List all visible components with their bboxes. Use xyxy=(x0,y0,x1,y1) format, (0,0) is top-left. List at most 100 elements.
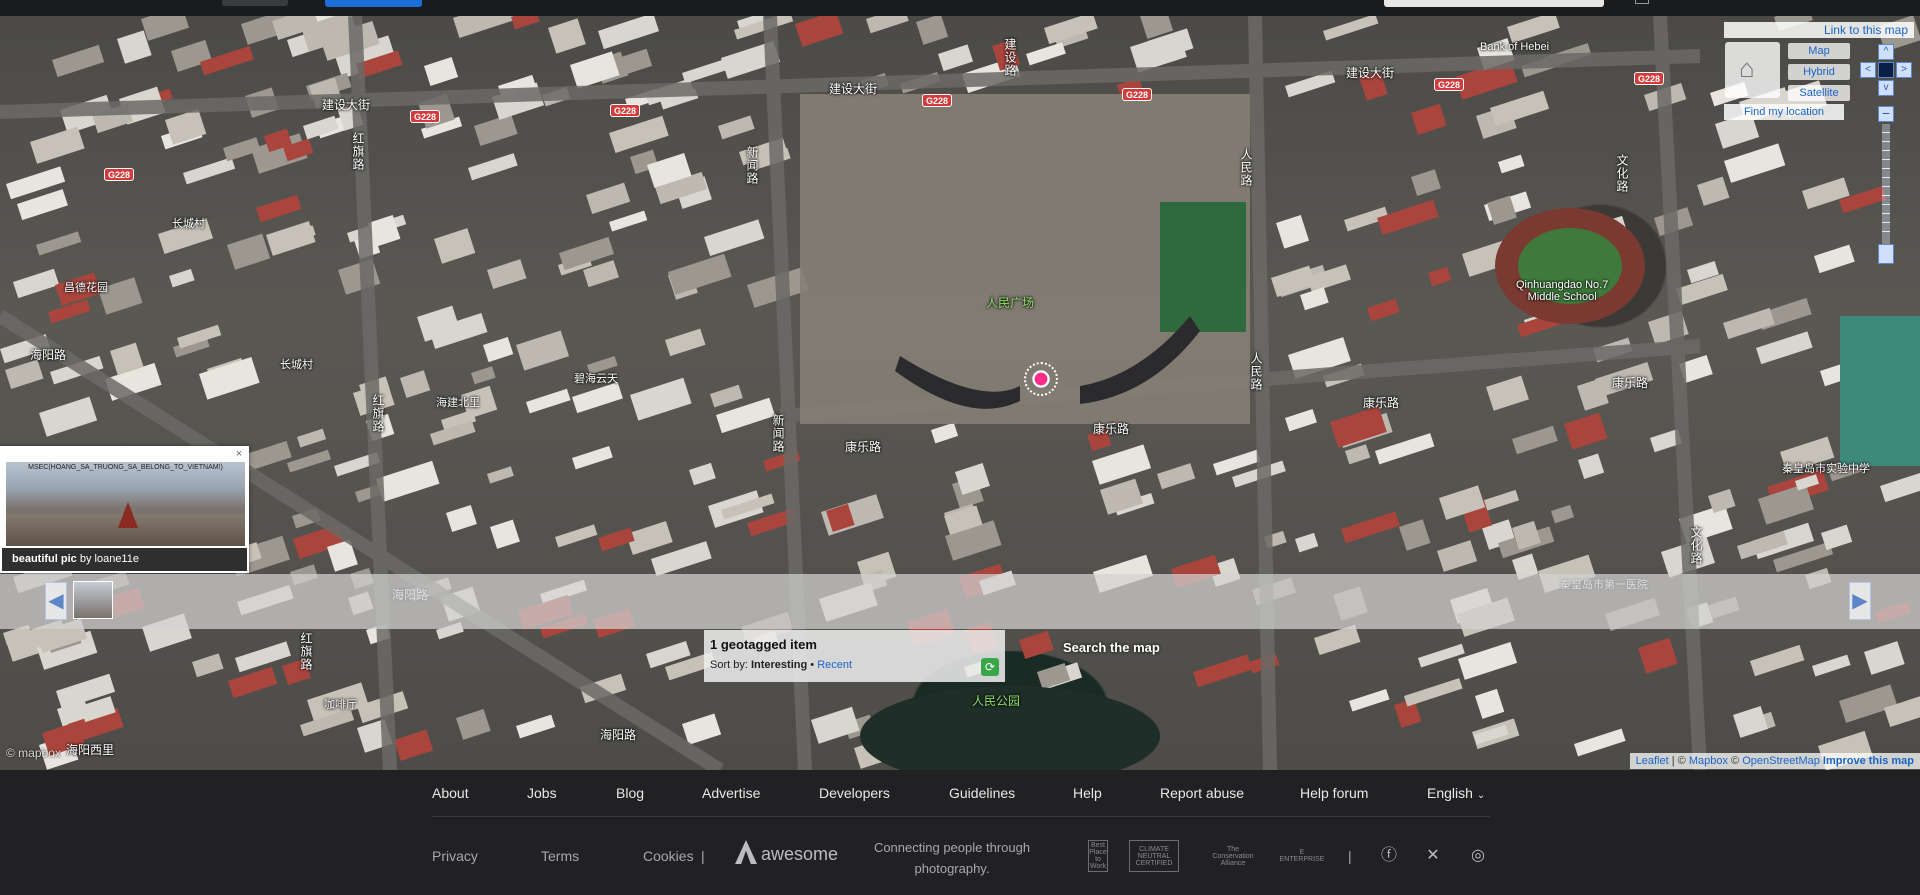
active-nav-tab[interactable] xyxy=(325,0,422,7)
zoom-slider[interactable] xyxy=(1882,124,1890,244)
badge-conservation-alliance[interactable]: The Conservation Alliance xyxy=(1206,840,1260,872)
road-label: 海阳西里 xyxy=(66,743,115,757)
footer-link-guidelines[interactable]: Guidelines xyxy=(949,785,1015,801)
zoom-tick xyxy=(1882,213,1890,214)
building xyxy=(1437,540,1478,572)
zoom-slider-handle[interactable] xyxy=(1878,244,1894,264)
openstreetmap-link[interactable]: OpenStreetMap xyxy=(1742,755,1820,767)
badge-enterprise[interactable]: E ENTERPRISE xyxy=(1280,840,1325,872)
building xyxy=(1428,266,1452,287)
find-my-location-button[interactable]: Find my location xyxy=(1724,104,1844,120)
strip-thumbnail[interactable] xyxy=(73,581,113,619)
building xyxy=(1551,504,1575,524)
building xyxy=(1018,630,1054,660)
photo-caption: MSEC(HOANG_SA_TRUONG_SA_BELONG_TO_VIETNA… xyxy=(28,464,223,471)
building xyxy=(490,519,520,549)
building xyxy=(1345,444,1371,465)
leaflet-link[interactable]: Leaflet xyxy=(1636,755,1669,767)
popup-close-icon[interactable]: × xyxy=(233,448,245,460)
pan-up-button[interactable]: ^ xyxy=(1878,44,1894,60)
building xyxy=(586,182,631,215)
geotagged-count: 1 geotagged item xyxy=(710,637,817,652)
footer-separator: | xyxy=(701,848,705,864)
layer-hybrid-button[interactable]: Hybrid xyxy=(1788,64,1850,80)
pan-down-button[interactable]: v xyxy=(1878,80,1894,96)
mapbox-logo[interactable]: © mapbox xyxy=(6,746,61,760)
upload-icon[interactable] xyxy=(1635,0,1649,4)
link-to-this-map[interactable]: Link to this map xyxy=(1724,22,1914,38)
building xyxy=(1723,307,1775,340)
search-the-map-button[interactable]: Search the map xyxy=(1063,640,1160,655)
highway-shield: G228 xyxy=(922,94,953,107)
building xyxy=(795,16,844,47)
highway-shield: G228 xyxy=(1634,72,1665,85)
building xyxy=(51,44,105,78)
footer-link-blog[interactable]: Blog xyxy=(616,785,644,801)
pan-center-button[interactable] xyxy=(1878,62,1894,78)
building xyxy=(710,384,743,408)
badge-best-place[interactable]: Best Place to Work xyxy=(1088,840,1108,872)
building xyxy=(1750,644,1805,677)
building xyxy=(1507,16,1560,44)
layer-map-button[interactable]: Map xyxy=(1788,43,1850,59)
building xyxy=(1295,532,1319,553)
building xyxy=(394,729,434,761)
footer-link-developers[interactable]: Developers xyxy=(819,785,890,801)
building xyxy=(1276,214,1310,249)
layer-satellite-button[interactable]: Satellite xyxy=(1788,85,1850,101)
poi-label: Bank of Hebei xyxy=(1480,41,1550,53)
zoom-out-button[interactable]: − xyxy=(1878,106,1894,122)
facebook-icon[interactable]: ⓕ xyxy=(1378,845,1400,867)
photo-thumbnail[interactable]: MSEC(HOANG_SA_TRUONG_SA_BELONG_TO_VIETNA… xyxy=(6,462,245,546)
pan-right-button[interactable]: > xyxy=(1896,62,1912,78)
footer-link-help[interactable]: Help xyxy=(1073,785,1102,801)
pan-left-button[interactable]: < xyxy=(1860,62,1876,78)
photo-author[interactable]: by loane11e xyxy=(80,553,139,565)
sort-interesting[interactable]: Interesting xyxy=(751,659,807,671)
arrow-right-icon: ▶ xyxy=(1852,590,1868,612)
refresh-icon[interactable]: ⟳ xyxy=(981,658,999,676)
x-icon[interactable]: ✕ xyxy=(1422,845,1444,867)
footer-link-cookies[interactable]: Cookies xyxy=(643,848,694,864)
building xyxy=(1341,511,1400,544)
mapbox-link[interactable]: Mapbox xyxy=(1689,755,1728,767)
road-label-vertical: 新闻路 xyxy=(745,146,759,185)
footer-link-terms[interactable]: Terms xyxy=(541,848,579,864)
map-attribution: Leaflet | © Mapbox © OpenStreetMap Impro… xyxy=(1629,753,1920,769)
page: 建设大街建设大街建设大街康乐路康乐路康乐路康乐路海阳路海阳路海阳路海阳西里 红旗… xyxy=(0,0,1920,895)
footer-link-advertise[interactable]: Advertise xyxy=(702,785,760,801)
photo-strip: ◀ ▶ xyxy=(0,574,1920,629)
home-button[interactable]: ⌂ xyxy=(1725,42,1780,98)
photo-location-marker[interactable] xyxy=(1024,362,1058,396)
top-navigation-bar xyxy=(0,0,1920,16)
building xyxy=(511,16,540,30)
improve-map-link[interactable]: Improve this map xyxy=(1823,755,1914,767)
footer-link-report-abuse[interactable]: Report abuse xyxy=(1160,785,1244,801)
footer-link-privacy[interactable]: Privacy xyxy=(432,848,478,864)
strip-prev-button[interactable]: ◀ xyxy=(45,582,67,620)
building xyxy=(1821,524,1853,551)
building xyxy=(548,18,586,54)
instagram-icon[interactable]: ◎ xyxy=(1467,845,1489,867)
building xyxy=(572,382,623,414)
badge-climate-neutral[interactable]: CLIMATE NEUTRAL CERTIFIED xyxy=(1129,840,1179,872)
footer-link-jobs[interactable]: Jobs xyxy=(527,785,557,801)
zoom-tick xyxy=(1882,141,1890,142)
awesome-brand[interactable]: awesome xyxy=(735,840,838,865)
footer-link-help-forum[interactable]: Help forum xyxy=(1300,785,1368,801)
building xyxy=(1564,412,1608,450)
language-selector[interactable]: English ⌄ xyxy=(1427,785,1485,801)
building xyxy=(191,653,224,678)
footer-link-about[interactable]: About xyxy=(432,785,469,801)
building xyxy=(452,16,516,38)
sort-recent[interactable]: Recent xyxy=(817,659,852,671)
road-label-vertical: 新闻路 xyxy=(771,414,785,453)
photo-title[interactable]: beautiful pic xyxy=(12,553,77,565)
brand-logo[interactable] xyxy=(222,0,288,6)
poi-label: Qinhuangdao No.7 Middle School xyxy=(1516,279,1609,303)
strip-next-button[interactable]: ▶ xyxy=(1849,582,1871,620)
road-label-vertical: 红旗路 xyxy=(299,632,313,671)
building xyxy=(916,16,949,45)
top-search-input[interactable] xyxy=(1384,0,1604,7)
highway-shield: G228 xyxy=(610,104,641,117)
